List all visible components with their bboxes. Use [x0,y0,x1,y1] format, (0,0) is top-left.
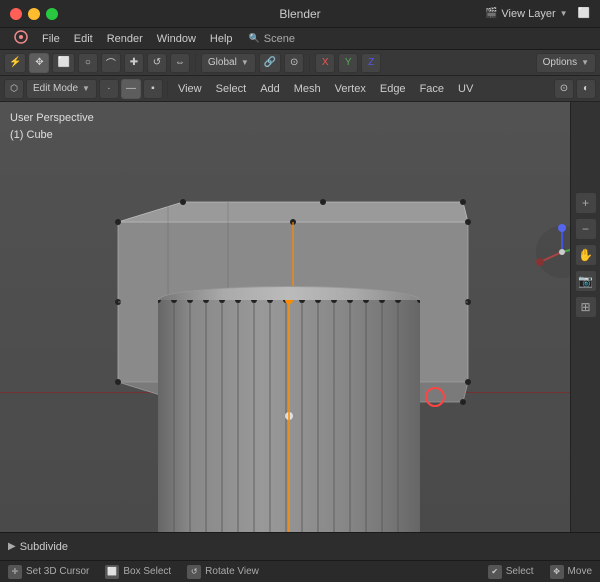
status-select: ✔ Select [488,565,534,579]
window-controls [10,8,58,20]
sep3 [167,80,168,98]
separator2 [309,54,310,72]
menu-edit[interactable]: Edit [68,31,99,47]
move-icon: ✥ [550,565,564,579]
toolbar1: ⚡ ✥ ⬜ ○ ⌒ ✚ ↺ ⇔ Global ▼ 🔗 ⊙ X Y Z Optio… [0,50,600,76]
cursor-icon: ✛ [8,565,22,579]
right-tools-panel: + − ✋ 📷 ⊞ [570,102,600,532]
statusbar: ✛ Set 3D Cursor ⬜ Box Select ↺ Rotate Vi… [0,560,600,582]
status-box-label: Box Select [123,566,171,577]
options-dropdown[interactable]: Options ▼ [536,53,596,73]
menu-file[interactable]: File [36,31,66,47]
subdivide-label: Subdivide [20,541,68,553]
axis-x-btn[interactable]: X [315,53,335,73]
header-add[interactable]: Add [254,81,286,97]
mode-dropdown[interactable]: Edit Mode ▼ [26,79,97,99]
toolbar-select-tool[interactable]: ✥ [29,53,49,73]
header-select[interactable]: Select [210,81,253,97]
header-toolbar: ⬡ Edit Mode ▼ · — ▪ View Select Add Mesh… [0,76,600,102]
mode-label: Edit Mode [33,83,78,94]
render-region-btn[interactable]: ⊞ [575,296,597,318]
toolbar-move-tool[interactable]: ✚ [124,53,144,73]
zoom-in-btn[interactable]: + [575,192,597,214]
header-edge[interactable]: Edge [374,81,412,97]
close-button[interactable] [10,8,22,20]
camera-btn[interactable]: 📷 [575,270,597,292]
pan-btn[interactable]: ✋ [575,244,597,266]
status-move-label: Move [568,566,592,577]
axis-y-btn[interactable]: Y [338,53,358,73]
select-icon: ✔ [488,565,502,579]
toolbar-circle-select[interactable]: ○ [78,53,98,73]
menu-render[interactable]: Render [101,31,149,47]
menu-window[interactable]: Window [151,31,202,47]
panel-expand-arrow[interactable]: ▶ [8,541,16,552]
status-cursor-label: Set 3D Cursor [26,566,89,577]
viewport[interactable]: User Perspective (1) Cube Y + − ✋ 📷 ⊞ [0,102,600,532]
toolbar-snap-btn[interactable]: 🔗 [259,53,281,73]
zoom-out-btn[interactable]: − [575,218,597,240]
toolbar-rotate-tool[interactable]: ↺ [147,53,167,73]
editor-type-btn[interactable]: ⬡ [4,79,24,99]
selection-circle [425,387,445,407]
header-vertex[interactable]: Vertex [329,81,372,97]
header-view[interactable]: View [172,81,208,97]
bottom-panel: ▶ Subdivide [0,532,600,560]
viewport-shading-btn[interactable]: ◐ [576,79,596,99]
status-move: ✥ Move [550,565,592,579]
viewport-info: User Perspective (1) Cube [10,110,94,143]
viewport-overlays-btn[interactable]: ⊙ [554,79,574,99]
status-select-label: Select [506,566,534,577]
menu-blender[interactable] [8,28,34,49]
status-rotate-label: Rotate View [205,566,259,577]
minimize-button[interactable] [28,8,40,20]
maximize-button[interactable] [46,8,58,20]
transform-orientation-dropdown[interactable]: Global ▼ [201,53,256,73]
box-select-icon: ⬜ [105,565,119,579]
menu-help[interactable]: Help [204,31,239,47]
titlebar: Blender 🎬 View Layer ▼ ⬜ [0,0,600,28]
object-label: (1) Cube [10,127,94,144]
toolbar-lasso-select[interactable]: ⌒ [101,53,121,73]
face-mode-btn[interactable]: ▪ [143,79,163,99]
view-layer-label: View Layer [501,8,555,20]
toolbar-box-select[interactable]: ⬜ [52,53,74,73]
menubar: File Edit Render Window Help 🔍 Scene [0,28,600,50]
header-mesh[interactable]: Mesh [288,81,327,97]
edge-mode-btn[interactable]: — [121,79,141,99]
separator1 [195,54,196,72]
toolbar-icon-mode[interactable]: ⚡ [4,53,26,73]
toolbar-proportional-edit[interactable]: ⊙ [284,53,304,73]
status-set-cursor: ✛ Set 3D Cursor [8,565,89,579]
cylinder-body-svg [158,300,420,532]
status-box-select: ⬜ Box Select [105,565,171,579]
vertex-mode-btn[interactable]: · [99,79,119,99]
status-rotate-view: ↺ Rotate View [187,565,259,579]
axis-z-btn[interactable]: Z [361,53,381,73]
view-layer-badge: 🎬 View Layer ▼ ⬜ [485,8,590,20]
toolbar-scale-tool[interactable]: ⇔ [170,53,190,73]
perspective-label: User Perspective [10,110,94,127]
rotate-view-icon: ↺ [187,565,201,579]
header-face[interactable]: Face [414,81,450,97]
header-uv[interactable]: UV [452,81,479,97]
scene-label: Scene [264,33,295,45]
